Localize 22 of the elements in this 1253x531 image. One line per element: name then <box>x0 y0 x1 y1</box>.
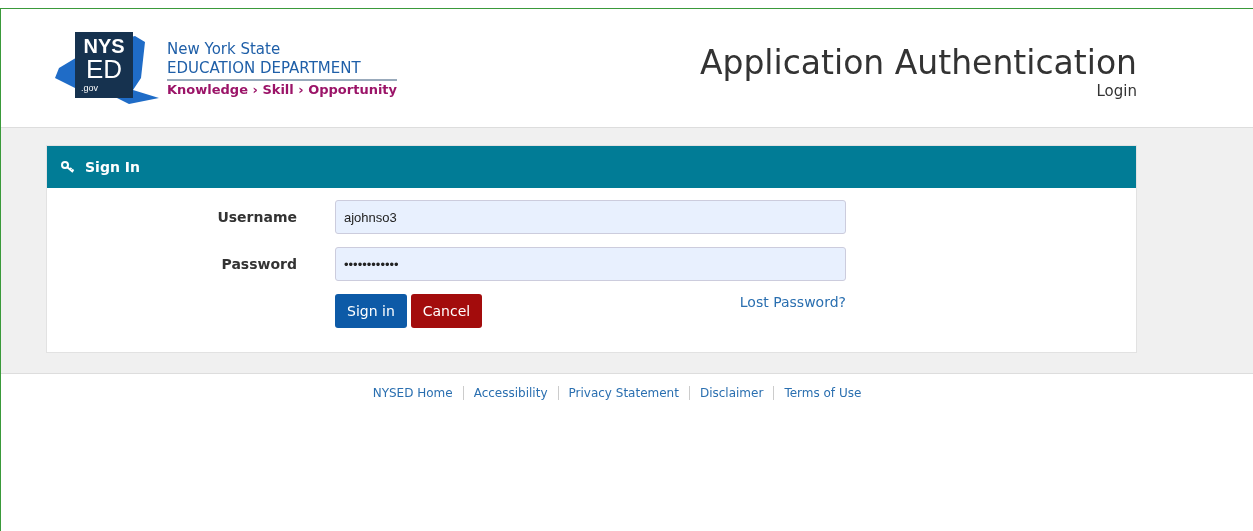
field-label: Username <box>216 209 297 225</box>
footer-link[interactable]: Terms of Use <box>773 386 872 400</box>
org-name: New York State <box>167 39 282 58</box>
card-title: Sign In <box>85 159 140 175</box>
sign-in-button[interactable]: Sign in <box>335 294 407 328</box>
footer-link[interactable]: Privacy Statement <box>557 386 689 400</box>
key-icon <box>61 161 75 173</box>
field-label: Password <box>220 256 297 272</box>
footer-link[interactable]: Accessibility <box>462 386 558 400</box>
department-name: EDUCATION DEPARTMENT <box>167 58 398 81</box>
footer-link[interactable]: Disclaimer <box>688 386 774 400</box>
logo-text: ED <box>85 56 123 82</box>
cancel-button[interactable]: Cancel <box>410 294 483 328</box>
footer-link[interactable]: NYSED Home <box>362 386 463 400</box>
lost-password-link[interactable]: Lost Password? <box>739 294 846 310</box>
input-field[interactable]: ajohnso3 <box>335 200 846 234</box>
logo-text: .gov <box>81 84 98 93</box>
tagline: Knowledge › Skill › Opportunity <box>167 81 398 97</box>
page-title: Application Authentication <box>699 42 1137 82</box>
input-field[interactable]: •••••••••••• <box>335 247 846 281</box>
logo-text: NYS <box>83 36 125 56</box>
page-subtitle: Login <box>1096 81 1137 100</box>
